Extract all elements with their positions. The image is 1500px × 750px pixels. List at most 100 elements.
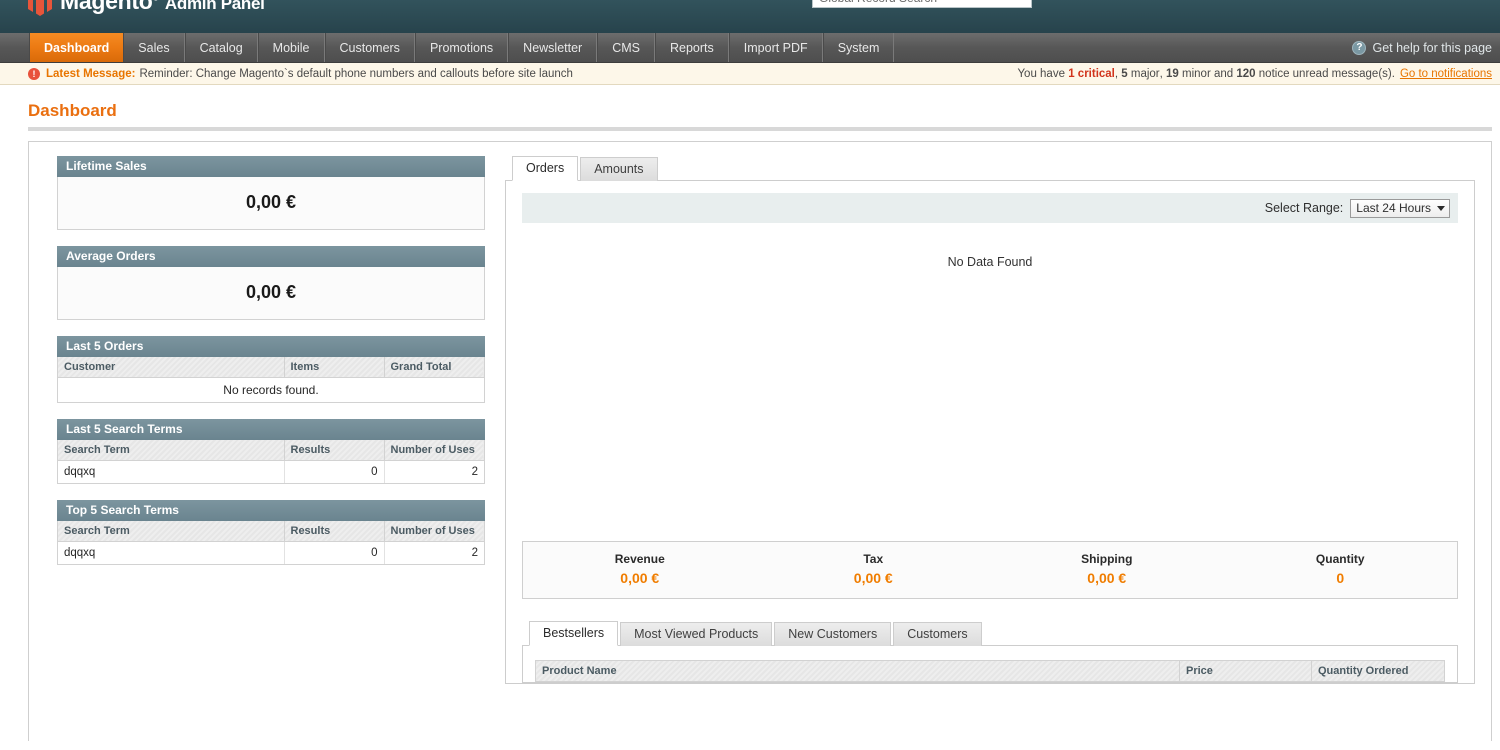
tab-bestsellers[interactable]: Bestsellers (529, 621, 619, 646)
panel-body-average-orders: 0,00 € (57, 267, 485, 320)
nav-label-reports: Reports (670, 40, 714, 55)
nav-item-system[interactable]: System (822, 33, 895, 62)
nav-item-cms[interactable]: CMS (597, 33, 655, 62)
logo-brand: Magento (60, 0, 153, 14)
nav-item-import-pdf[interactable]: Import PDF (728, 33, 823, 62)
tab-label-customers: Customers (907, 627, 968, 641)
panel-lifetime-sales: Lifetime Sales 0,00 € (57, 156, 485, 230)
panel-title-top-search-terms: Top 5 Search Terms (57, 500, 485, 521)
total-label-shipping: Shipping (1081, 552, 1133, 566)
bestsellers-table-header: Product Name Price Quantity Ordered (535, 660, 1445, 682)
unread-messages-summary: You have 1 critical, 5 major, 19 minor a… (1017, 67, 1492, 80)
col-product-name[interactable]: Product Name (536, 661, 1180, 681)
get-help-label: Get help for this page (1372, 40, 1492, 55)
tab-label-orders: Orders (526, 161, 565, 175)
total-label-revenue: Revenue (614, 552, 665, 566)
nav-left-spacer (0, 33, 29, 62)
nav-item-newsletter[interactable]: Newsletter (508, 33, 598, 62)
chevron-down-icon (1437, 205, 1445, 211)
major-word: major (1130, 67, 1160, 80)
col-search-term[interactable]: Search Term (58, 521, 285, 542)
panel-last-search-terms: Last 5 Search Terms Search Term Results … (57, 419, 485, 484)
range-selector-bar: Select Range: Last 24 Hours (522, 193, 1458, 223)
nav-item-sales[interactable]: Sales (123, 33, 185, 62)
panel-average-orders: Average Orders 0,00 € (57, 246, 485, 320)
chart-tabs: Orders Amounts (505, 156, 1475, 181)
tab-label-bestsellers: Bestsellers (543, 626, 605, 640)
bottom-tabs: Bestsellers Most Viewed Products New Cus… (522, 621, 1458, 646)
last-orders-table: Customer Items Grand Total No records fo… (58, 357, 484, 402)
logo-registered-mark: ® (152, 0, 159, 2)
nav-item-mobile[interactable]: Mobile (257, 33, 325, 62)
nav-label-sales: Sales (138, 40, 170, 55)
chart-canvas: No Data Found (522, 223, 1458, 541)
col-quantity-ordered[interactable]: Quantity Ordered (1312, 661, 1444, 681)
table-header-row: Customer Items Grand Total (58, 357, 484, 378)
total-revenue: Revenue 0,00 € (523, 552, 757, 586)
select-range-value: Last 24 Hours (1356, 201, 1431, 215)
tab-label-most-viewed: Most Viewed Products (634, 627, 759, 641)
panel-title-average-orders: Average Orders (57, 246, 485, 267)
search-input[interactable]: Global Record Search (812, 0, 1032, 8)
tab-most-viewed-products[interactable]: Most Viewed Products (620, 622, 773, 646)
panel-title-last-search-terms: Last 5 Search Terms (57, 419, 485, 440)
minor-count: 19 (1166, 67, 1179, 80)
panel-body-lifetime-sales: 0,00 € (57, 177, 485, 230)
average-orders-value: 0,00 € (58, 267, 484, 319)
alert-circle-icon: ! (28, 67, 40, 80)
dashboard-sidebar: Lifetime Sales 0,00 € Average Orders 0,0… (45, 156, 485, 741)
page-title-rule (28, 127, 1492, 131)
col-number-of-uses[interactable]: Number of Uses (384, 440, 484, 461)
get-help-button[interactable]: ? Get help for this page (1352, 33, 1492, 62)
table-row[interactable]: dqqxq 0 2 (58, 460, 484, 483)
go-to-notifications-link[interactable]: Go to notifications (1400, 68, 1492, 80)
tab-new-customers[interactable]: New Customers (774, 622, 892, 646)
total-value-quantity: 0 (1336, 570, 1345, 586)
col-items[interactable]: Items (284, 357, 385, 378)
tab-customers[interactable]: Customers (893, 622, 982, 646)
panel-top-search-terms: Top 5 Search Terms Search Term Results N… (57, 500, 485, 565)
col-results[interactable]: Results (284, 440, 385, 461)
total-quantity: Quantity 0 (1224, 552, 1458, 586)
nav-label-import-pdf: Import PDF (743, 40, 808, 55)
nav-label-customers: Customers (339, 40, 400, 55)
tab-amounts[interactable]: Amounts (580, 157, 658, 181)
chart-tab-panel: Select Range: Last 24 Hours No Data Foun… (505, 181, 1475, 684)
col-price[interactable]: Price (1180, 661, 1312, 681)
counts-prefix: You have (1017, 67, 1065, 80)
latest-message-label: Latest Message: (46, 67, 136, 80)
latest-message-bar: ! Latest Message: Reminder: Change Magen… (0, 63, 1500, 85)
last-search-terms-table: Search Term Results Number of Uses dqqxq… (58, 440, 484, 483)
col-search-term[interactable]: Search Term (58, 440, 285, 461)
nav-item-dashboard[interactable]: Dashboard (29, 33, 124, 62)
select-range-dropdown[interactable]: Last 24 Hours (1350, 198, 1450, 218)
total-label-tax: Tax (863, 552, 884, 566)
panel-title-lifetime-sales: Lifetime Sales (57, 156, 485, 177)
logo-admin-label: Admin Panel (164, 0, 265, 13)
table-row[interactable]: dqqxq 0 2 (58, 541, 484, 564)
dashboard-main: Orders Amounts Select Range: Last 24 Hou… (505, 156, 1475, 741)
nav-label-promotions: Promotions (429, 40, 494, 55)
nav-item-customers[interactable]: Customers (324, 33, 415, 62)
col-results[interactable]: Results (284, 521, 385, 542)
table-header-row: Search Term Results Number of Uses (58, 440, 484, 461)
panel-body-last-orders: Customer Items Grand Total No records fo… (57, 357, 485, 403)
tab-orders[interactable]: Orders (512, 156, 579, 181)
nav-label-mobile: Mobile (272, 40, 310, 55)
nav-item-reports[interactable]: Reports (655, 33, 729, 62)
total-tax: Tax 0,00 € (757, 552, 991, 586)
main-navigation: Dashboard Sales Catalog Mobile Customers… (0, 33, 1500, 63)
lifetime-sales-value: 0,00 € (58, 177, 484, 229)
col-grand-total[interactable]: Grand Total (384, 357, 484, 378)
nav-label-system: System (837, 40, 880, 55)
logo[interactable]: Magento® Admin Panel (28, 0, 265, 16)
nav-item-promotions[interactable]: Promotions (414, 33, 509, 62)
nav-item-catalog[interactable]: Catalog (184, 33, 258, 62)
col-number-of-uses[interactable]: Number of Uses (384, 521, 484, 542)
col-customer[interactable]: Customer (58, 357, 285, 378)
total-value-revenue: 0,00 € (620, 570, 660, 586)
nav-label-catalog: Catalog (199, 40, 243, 55)
logo-text: Magento® Admin Panel (60, 0, 265, 15)
top-search-terms-table: Search Term Results Number of Uses dqqxq… (58, 521, 484, 564)
cell-results: 0 (284, 460, 385, 483)
